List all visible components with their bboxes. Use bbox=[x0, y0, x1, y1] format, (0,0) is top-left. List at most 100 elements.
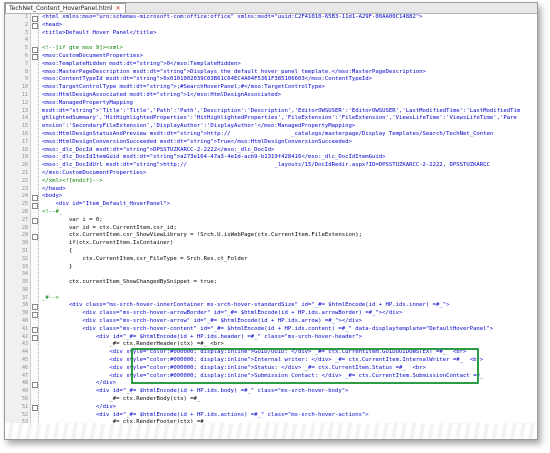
code-line[interactable]: <head> bbox=[39, 22, 537, 30]
fold-marker bbox=[31, 139, 38, 147]
code-line[interactable]: <html xmlns:mso="urn:schemas-microsoft-c… bbox=[39, 14, 537, 22]
fold-toggle-icon[interactable] bbox=[32, 23, 38, 30]
code-area[interactable]: <html xmlns:mso="urn:schemas-microsoft-c… bbox=[39, 14, 537, 439]
code-line[interactable]: ghlightedSummary','HitHighlightedPropert… bbox=[39, 115, 537, 123]
code-line[interactable]: <div id="Item_Default_HoverPanel"> bbox=[39, 201, 537, 209]
code-line[interactable]: } bbox=[39, 264, 537, 272]
fold-marker bbox=[31, 357, 38, 365]
code-line[interactable]: <mso:_dlc_DocId msdt:dt="string">DPSSTUZ… bbox=[39, 147, 537, 155]
code-line[interactable]: var id = ctx.CurrentItem.csr_id; bbox=[39, 225, 537, 233]
code-line[interactable]: <div class="ms-srch-hover-arrowBorder" i… bbox=[39, 310, 537, 318]
fold-marker[interactable] bbox=[31, 53, 38, 61]
code-line[interactable]: ctx.CurrentItem.csr_FileType = Srch.Res.… bbox=[39, 256, 537, 264]
code-line[interactable]: <mso:HtmlDesignAssociated msdt:dt="strin… bbox=[39, 92, 537, 100]
code-line[interactable]: <div id="_#= $htmlEncode(id + HP.ids.act… bbox=[39, 412, 537, 420]
fold-marker[interactable] bbox=[31, 217, 38, 225]
code-line[interactable] bbox=[39, 37, 537, 45]
fold-marker[interactable] bbox=[31, 404, 38, 412]
fold-toggle-icon[interactable] bbox=[32, 202, 38, 209]
code-line[interactable]: ctx.CurrentItem.csr_ShowViewLibrary = !S… bbox=[39, 232, 537, 240]
code-line[interactable]: <!--[if gte mso 9]><xml> bbox=[39, 45, 537, 53]
code-line[interactable]: <mso:ManagedPropertyMapping bbox=[39, 100, 537, 108]
code-line[interactable]: <div id="_#= $htmlEncode(id + HP.ids.hea… bbox=[39, 334, 537, 342]
fold-toggle-icon[interactable] bbox=[32, 405, 38, 412]
code-editor[interactable]: 1 2 3 4 5 6 7 8 9 10 11 12 13 14 15 16 17 18 19 20 21 22 23 24 2… bbox=[5, 14, 537, 439]
line-number: 40 bbox=[21, 318, 28, 325]
code-line[interactable]: <mso:TargetControlType msdt:dt="string">… bbox=[39, 84, 537, 92]
fold-marker[interactable] bbox=[31, 380, 38, 388]
code-line[interactable]: <div class="ms-srch-hover-content" id="_… bbox=[39, 326, 537, 334]
fold-marker[interactable] bbox=[31, 201, 38, 209]
fold-margin bbox=[31, 14, 39, 439]
fold-toggle-icon[interactable] bbox=[32, 335, 38, 342]
fold-marker[interactable] bbox=[31, 14, 38, 22]
code-line[interactable]: <mso:TemplateHidden msdt:dt="string">0</… bbox=[39, 61, 537, 69]
code-line[interactable]: <mso:MasterPageDescription msdt:dt="stri… bbox=[39, 69, 537, 77]
code-line[interactable]: <mso:_dlc_DocIdItemGuid msdt:dt="string"… bbox=[39, 154, 537, 162]
close-icon[interactable]: ✕ bbox=[116, 4, 121, 13]
fold-toggle-icon[interactable] bbox=[32, 218, 38, 225]
code-line[interactable]: ctx.currentItem_ShowChangedBySnippet = t… bbox=[39, 279, 537, 287]
fold-marker[interactable] bbox=[31, 193, 38, 201]
code-line[interactable]: <div style="color:#000000; display:inlin… bbox=[39, 349, 537, 357]
code-line[interactable]: ension':'SecondaryFileExtension','Displa… bbox=[39, 123, 537, 131]
code-line[interactable] bbox=[39, 287, 537, 295]
code-line[interactable]: </div> bbox=[39, 380, 537, 388]
code-line[interactable]: <body> bbox=[39, 193, 537, 201]
fold-marker bbox=[31, 108, 38, 116]
fold-marker[interactable] bbox=[31, 22, 38, 30]
fold-toggle-icon[interactable] bbox=[32, 311, 38, 318]
code-line[interactable]: <title>Default Hover Panel</title> bbox=[39, 30, 537, 38]
line-number: 36 bbox=[21, 286, 28, 293]
code-line[interactable]: _#= ctx.RenderHeader(ctx) =#_ <br> bbox=[39, 341, 537, 349]
fold-marker bbox=[31, 396, 38, 404]
tab-file[interactable]: TechNet_Content_HoverPanel.html ✕ bbox=[5, 3, 126, 13]
fold-toggle-icon[interactable] bbox=[32, 194, 38, 201]
fold-marker[interactable] bbox=[31, 326, 38, 334]
code-line[interactable]: <mso:HtmlDesignConversionSucceeded msdt:… bbox=[39, 139, 537, 147]
fold-marker[interactable] bbox=[31, 232, 38, 240]
code-line[interactable]: <mso:_dlc_DocIdUrl msdt:dt="string">http… bbox=[39, 162, 537, 170]
editor-window: TechNet_Content_HoverPanel.html ✕ 123456… bbox=[4, 2, 538, 440]
fold-marker[interactable] bbox=[31, 310, 38, 318]
fold-toggle-icon[interactable] bbox=[32, 46, 38, 53]
code-line[interactable]: _#--> bbox=[39, 295, 537, 303]
code-line[interactable]: if(ctx.CurrentItem.IsContainer) bbox=[39, 240, 537, 248]
fold-marker bbox=[31, 349, 38, 357]
line-number: 4 bbox=[24, 37, 28, 44]
code-line[interactable]: </div> bbox=[39, 404, 537, 412]
code-line[interactable]: </mso:CustomDocumentProperties> bbox=[39, 170, 537, 178]
code-line[interactable]: <div class="ms-srch-hover-arrow" id="_#=… bbox=[39, 318, 537, 326]
code-line[interactable]: <div style="color:#000000; display:inlin… bbox=[39, 365, 537, 373]
code-line[interactable]: <div class="ms-srch-hover-innerContainer… bbox=[39, 302, 537, 310]
fold-toggle-icon[interactable] bbox=[32, 303, 38, 310]
code-line[interactable]: <!--#_ bbox=[39, 209, 537, 217]
code-line[interactable]: <div style="color:#000000; display:inlin… bbox=[39, 373, 537, 381]
code-line[interactable] bbox=[39, 271, 537, 279]
fold-toggle-icon[interactable] bbox=[32, 54, 38, 61]
fold-marker[interactable] bbox=[31, 45, 38, 53]
fold-marker[interactable] bbox=[31, 302, 38, 310]
fold-toggle-icon[interactable] bbox=[32, 233, 38, 240]
line-number: 16 bbox=[21, 130, 28, 137]
code-line[interactable]: _#= ctx.RenderBody(ctx) =#_ bbox=[39, 396, 537, 404]
code-line[interactable]: var i = 0; bbox=[39, 217, 537, 225]
fold-marker[interactable] bbox=[31, 334, 38, 342]
code-line[interactable]: msdt:dt="string">'Title':'Title','Path':… bbox=[39, 108, 537, 116]
line-number: 2 bbox=[24, 21, 28, 28]
fold-marker bbox=[31, 341, 38, 349]
code-line[interactable]: <mso:ContentTypeId msdt:dt="string">0x01… bbox=[39, 76, 537, 84]
code-line[interactable]: </head> bbox=[39, 186, 537, 194]
code-line[interactable]: <mso:HtmlDesignStatusAndPreview msdt:dt=… bbox=[39, 131, 537, 139]
fold-toggle-icon[interactable] bbox=[32, 381, 38, 388]
code-line[interactable]: <div id="_#= $htmlEncode(id + HP.ids.bod… bbox=[39, 388, 537, 396]
code-line[interactable]: </xml><![endif]--> bbox=[39, 178, 537, 186]
code-line[interactable]: <mso:CustomDocumentProperties> bbox=[39, 53, 537, 61]
code-line[interactable]: <div style="color:#000000; display:inlin… bbox=[39, 357, 537, 365]
line-number: 15 bbox=[21, 123, 28, 130]
fold-toggle-icon[interactable] bbox=[32, 327, 38, 334]
fold-toggle-icon[interactable] bbox=[32, 15, 38, 22]
line-number: 34 bbox=[21, 271, 28, 278]
fold-marker bbox=[31, 279, 38, 287]
code-line[interactable]: { bbox=[39, 248, 537, 256]
